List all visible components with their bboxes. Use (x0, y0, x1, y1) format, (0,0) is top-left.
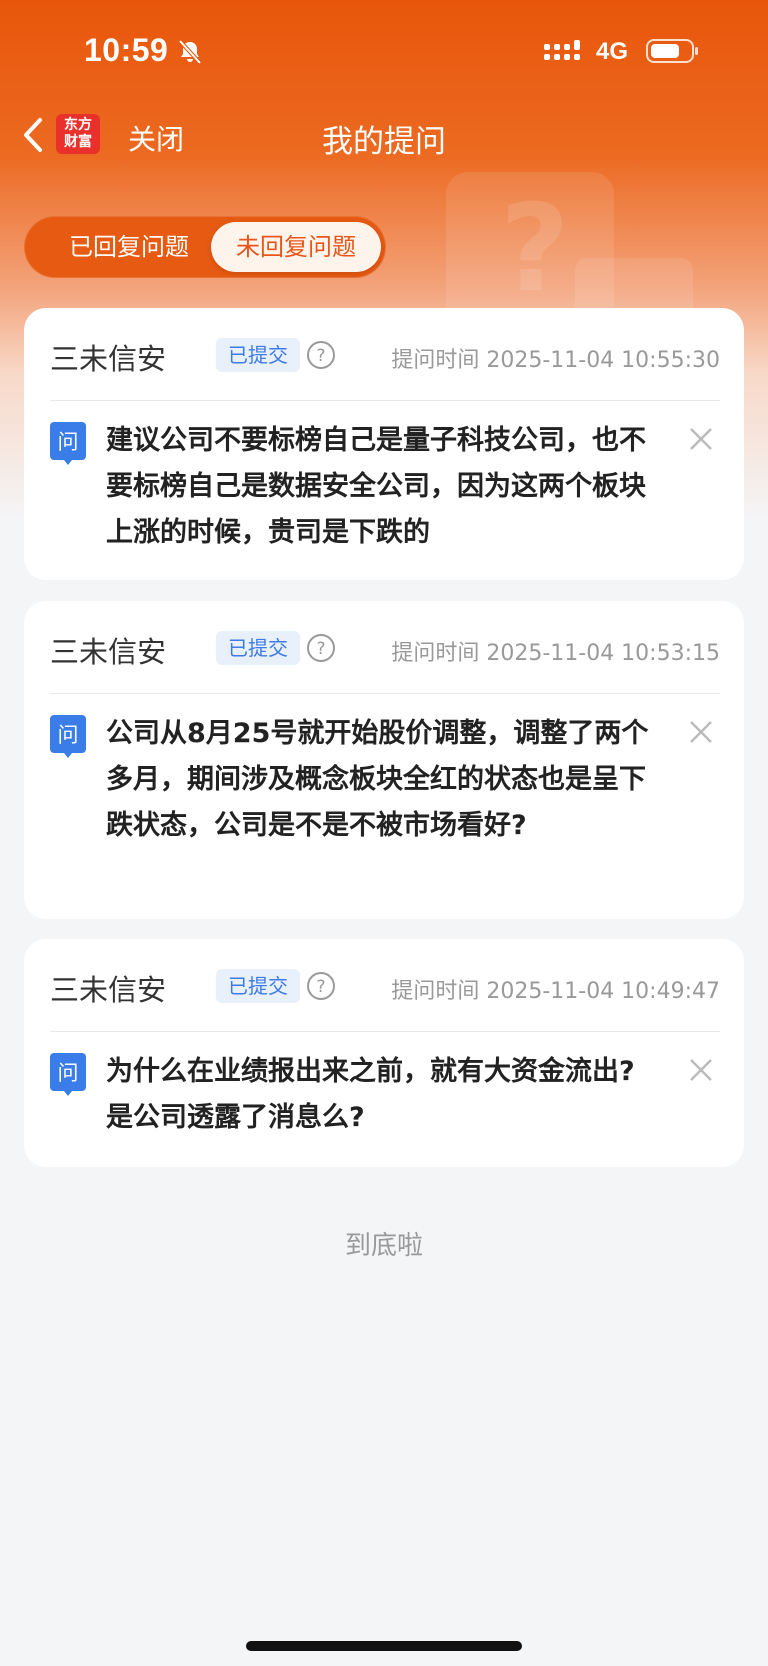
card-header: 三未信安 已提交 ? 提问时间 2025-11-04 10:53:15 (50, 627, 720, 669)
question-card[interactable]: 三未信安 已提交 ? 提问时间 2025-11-04 10:55:30 问 建议… (24, 308, 744, 580)
status-badge: 已提交 (216, 969, 300, 1003)
question-icon: 问 (50, 715, 86, 758)
help-icon[interactable]: ? (306, 633, 336, 663)
question-text: 公司从8月25号就开始股价调整，调整了两个多月，期间涉及概念板块全红的状态也是呈… (106, 718, 649, 841)
svg-text:?: ? (316, 977, 325, 997)
svg-text:?: ? (316, 346, 325, 366)
question-card[interactable]: 三未信安 已提交 ? 提问时间 2025-11-04 10:49:47 问 为什… (24, 939, 744, 1167)
bell-off-icon (178, 39, 202, 65)
signal-icon (544, 40, 580, 60)
end-of-list-text: 到底啦 (344, 1231, 423, 1261)
close-icon[interactable] (688, 1057, 714, 1083)
company-name: 三未信安 (50, 973, 167, 1007)
card-header: 三未信安 已提交 ? 提问时间 2025-11-04 10:55:30 (50, 334, 720, 376)
company-name: 三未信安 (50, 635, 167, 669)
question-text: 为什么在业绩报出来之前，就有大资金流出? 是公司透露了消息么? (106, 1056, 635, 1133)
status-time: 10:59 (84, 32, 169, 68)
question-tabs: 已回复问题 未回复问题 (24, 216, 386, 278)
page-title: 我的提问 (322, 124, 446, 160)
close-icon[interactable] (688, 426, 714, 452)
decor-question-mark: ? (500, 180, 570, 319)
svg-text:?: ? (316, 639, 325, 659)
tab-answered[interactable]: 已回复问题 (30, 222, 228, 272)
question-time: 提问时间 2025-11-04 10:53:15 (391, 641, 720, 666)
help-icon[interactable]: ? (306, 340, 336, 370)
question-time: 提问时间 2025-11-04 10:55:30 (391, 348, 720, 373)
help-icon[interactable]: ? (306, 971, 336, 1001)
question-time: 提问时间 2025-11-04 10:49:47 (391, 979, 720, 1004)
card-header: 三未信安 已提交 ? 提问时间 2025-11-04 10:49:47 (50, 965, 720, 1007)
svg-text:问: 问 (58, 430, 79, 454)
divider (50, 693, 720, 694)
question-card[interactable]: 三未信安 已提交 ? 提问时间 2025-11-04 10:53:15 问 公司… (24, 601, 744, 919)
question-text: 建议公司不要标榜自己是量子科技公司，也不要标榜自己是数据安全公司，因为这两个板块… (106, 425, 646, 548)
divider (50, 1031, 720, 1032)
company-name: 三未信安 (50, 342, 167, 376)
close-icon[interactable] (688, 719, 714, 745)
network-type: 4G (596, 38, 629, 65)
question-icon: 问 (50, 422, 86, 465)
status-badge: 已提交 (216, 631, 300, 665)
home-indicator[interactable] (246, 1641, 522, 1651)
divider (50, 400, 720, 401)
question-icon: 问 (50, 1053, 86, 1096)
svg-text:问: 问 (58, 723, 79, 747)
status-badge: 已提交 (216, 338, 300, 372)
tab-unanswered[interactable]: 未回复问题 (211, 222, 381, 272)
nav-bar: 东方 财富 关闭 我的提问 (0, 100, 768, 172)
svg-text:问: 问 (58, 1061, 79, 1085)
battery-icon (646, 39, 698, 63)
status-bar: 10:59 4G (0, 0, 768, 100)
